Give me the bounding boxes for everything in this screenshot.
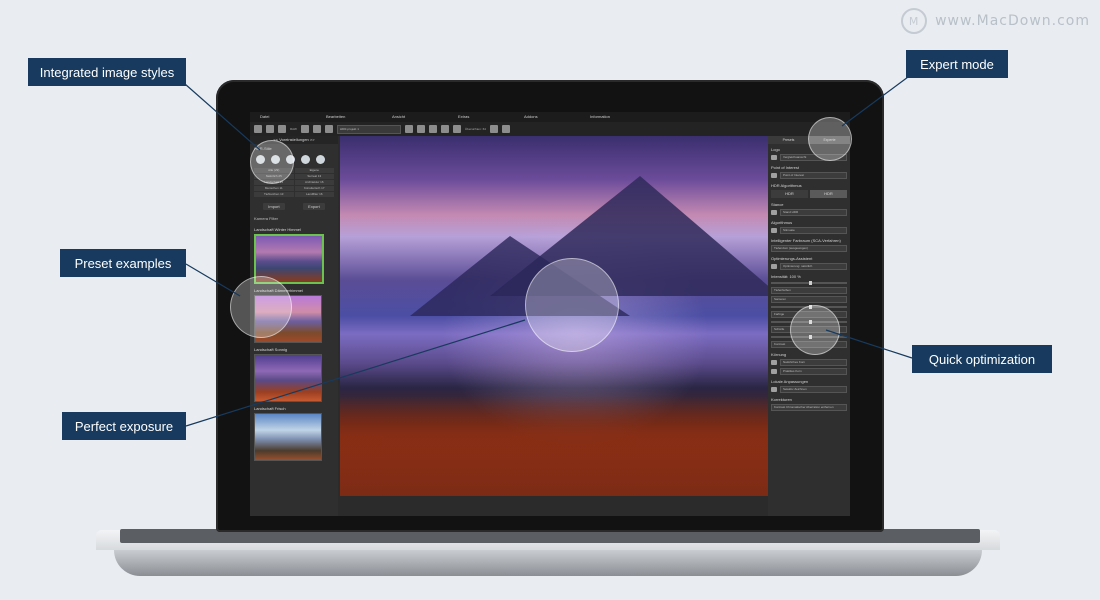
import-button[interactable]: Import	[263, 203, 285, 210]
callout-perfect-exposure: Perfect exposure	[62, 412, 186, 440]
menu-ansicht[interactable]: Ansicht	[382, 112, 448, 122]
hdr-algo-label: HDR Algorithmus	[771, 183, 802, 188]
poi-select[interactable]: Point of Interest	[780, 172, 847, 179]
preset-thumbnail[interactable]	[254, 354, 322, 402]
slider-label: Intensität: 100 %	[771, 274, 801, 279]
style-category[interactable]: Künstlerisch 17	[294, 186, 334, 191]
macdown-logo-icon: M	[901, 8, 928, 34]
preset-label: Landschaft Sonnig	[254, 347, 288, 352]
watermark-text: www.MacDown.com	[935, 13, 1090, 29]
hdr-button[interactable]: HDR	[771, 190, 808, 198]
crop-icon[interactable]	[300, 125, 309, 133]
style-category[interactable]: Landfilter 16	[294, 192, 334, 197]
zoom-label: Übersichten: 64	[464, 127, 486, 131]
style-category[interactable]: Architektur 16	[294, 180, 334, 185]
stance-select[interactable]: Stand HDR	[780, 209, 847, 216]
gear-icon	[771, 369, 777, 374]
menu-information[interactable]: Information	[580, 112, 646, 122]
toolbar: RAW HDR-projekt 1 Übersichten: 64	[250, 122, 850, 136]
mirror-icon[interactable]	[452, 125, 461, 133]
autumn-forest	[340, 396, 768, 496]
callout-quick-optimization: Quick optimization	[912, 345, 1052, 373]
filter-select[interactable]: Kamera Filter	[250, 214, 338, 223]
grid-icon	[771, 210, 777, 215]
opt-label: Optimierungs-Assistent	[771, 256, 813, 261]
highlight-circle-exposure	[525, 258, 619, 352]
logo-icon	[771, 155, 777, 160]
lokale-label: Lokale Anpassungen	[771, 379, 809, 384]
highlight-circle-expert	[808, 117, 852, 161]
kornung-select[interactable]: Praktiles Korn	[780, 368, 847, 375]
image-icon[interactable]	[278, 125, 286, 133]
opt-select[interactable]: Optimierung: natürlich	[780, 263, 847, 270]
preset-label: Landschaft Frisch	[254, 406, 286, 411]
lokale-select[interactable]: Selektiv Zeichnen	[780, 386, 847, 393]
ai-select[interactable]: Tiefendom (ausgewogen)	[771, 245, 847, 252]
highlight-circle-presets	[230, 276, 292, 338]
gear-icon	[771, 360, 777, 365]
korrektur-select[interactable]: Kontrast Chromatischer Aberration entfer…	[771, 404, 847, 411]
grid-icon	[771, 264, 777, 269]
menu-extras[interactable]: Extras	[448, 112, 514, 122]
fullscreen-icon[interactable]	[489, 125, 498, 133]
laptop-base-front	[114, 550, 982, 576]
highlight-circle-optimization	[790, 305, 840, 355]
hdr-button[interactable]: HDR	[810, 190, 847, 198]
undo-icon[interactable]	[428, 125, 437, 133]
callout-expert-mode: Expert mode	[906, 50, 1008, 78]
menu-bearbeiten[interactable]: Bearbeiten	[316, 112, 382, 122]
menu-bar: Datei Bearbeiten Ansicht Extras Addons I…	[250, 112, 850, 122]
grid-icon	[771, 228, 777, 233]
import-export-row: Import Export	[250, 199, 338, 214]
intensity-slider[interactable]	[771, 281, 847, 285]
sliders-icon[interactable]	[312, 125, 321, 133]
optimization-button[interactable]: Sanieren	[771, 296, 847, 303]
export-button[interactable]: Export	[303, 203, 325, 210]
expert-mode-icon[interactable]	[501, 125, 510, 133]
raw-button[interactable]: RAW	[290, 127, 297, 131]
tab-presets[interactable]: Presets	[768, 136, 809, 144]
sparkle-style-icon[interactable]	[316, 155, 325, 164]
menu-datei[interactable]: Datei	[250, 112, 316, 122]
hdr-buttons: HDR HDR	[768, 189, 850, 199]
style-category[interactable]: Menschen 11	[254, 186, 294, 191]
preset-item[interactable]: Landschaft Sonnig	[254, 347, 334, 402]
style-category[interactable]: Surreal 13	[294, 174, 334, 179]
project-select[interactable]: HDR-projekt 1	[336, 124, 401, 134]
watermark: M www.MacDown.com	[901, 8, 1090, 34]
callout-integrated-image-styles: Integrated image styles	[28, 58, 186, 86]
preset-thumbnail[interactable]	[254, 413, 322, 461]
redo-icon[interactable]	[440, 125, 449, 133]
palette-style-icon[interactable]	[301, 155, 310, 164]
preset-label: Landschaft Winter Himmel	[254, 227, 301, 232]
poi-icon	[771, 173, 777, 178]
preset-item[interactable]: Landschaft Frisch	[254, 406, 334, 461]
poi-label: Point of Interest	[771, 165, 800, 170]
ai-label: Intelligenter Farbraum (SCA-Verfahren)	[771, 238, 841, 243]
highlight-circle-styles	[250, 140, 294, 184]
optimization-button[interactable]: Tiefenfarben	[771, 287, 847, 294]
korrektur-label: Korrekturen	[771, 397, 792, 402]
menu-addons[interactable]: Addons	[514, 112, 580, 122]
algo-label: Algorithmus	[771, 220, 793, 225]
kornung-select[interactable]: Natürliches Korn	[780, 359, 847, 366]
style-category[interactable]: Eigene	[294, 168, 334, 173]
save-icon[interactable]	[266, 125, 274, 133]
print-icon[interactable]	[324, 125, 333, 133]
callout-preset-examples: Preset examples	[60, 249, 186, 277]
play-icon[interactable]	[416, 125, 425, 133]
compare-icon[interactable]	[404, 125, 413, 133]
brush-icon	[771, 387, 777, 392]
algo-select[interactable]: Stimuate	[780, 227, 847, 234]
stance-label: Stance	[771, 202, 784, 207]
style-category[interactable]: Tiefzeichen 13	[254, 192, 294, 197]
open-file-icon[interactable]	[254, 125, 262, 133]
